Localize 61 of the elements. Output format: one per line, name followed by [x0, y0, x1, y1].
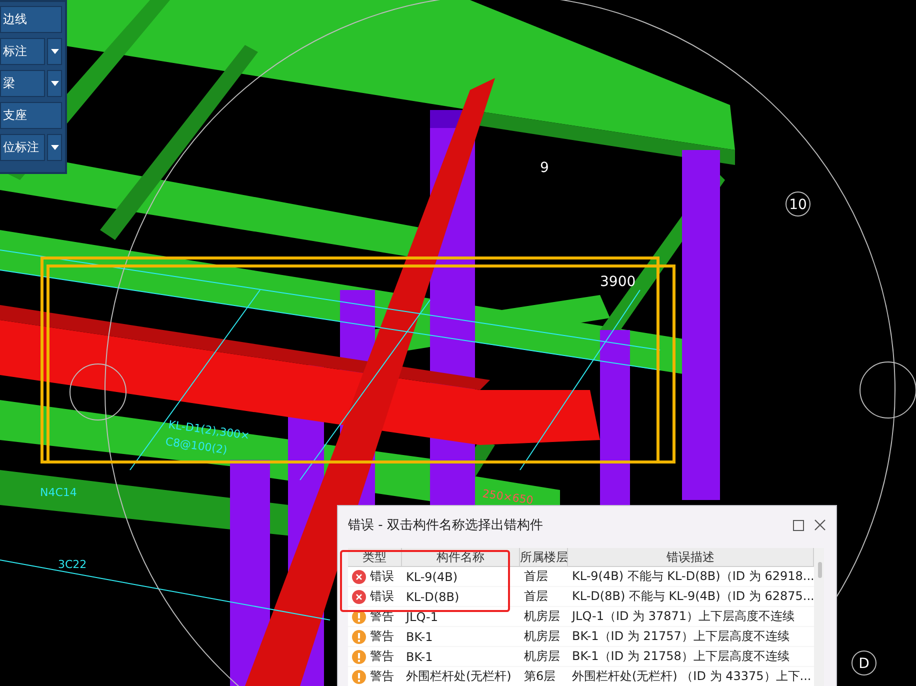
- scroll-thumb[interactable]: [818, 562, 822, 578]
- type-text: 错误: [370, 588, 394, 605]
- table-cell-text: 机房层: [523, 608, 561, 625]
- axis-label: 10: [789, 197, 807, 213]
- dimension-label: 3900: [600, 274, 636, 290]
- axis-circle: [70, 364, 126, 420]
- table-cell[interactable]: BK-1: [402, 650, 520, 664]
- toolbar-button[interactable]: 标注: [0, 38, 45, 65]
- close-icon[interactable]: [814, 519, 826, 531]
- beam-annotation: C8@100(2): [164, 435, 228, 457]
- type-text: 警告: [370, 648, 394, 665]
- dropdown-button[interactable]: [47, 38, 62, 65]
- table-cell-text: KL-D(8B) 不能与 KL-9(4B)（ID 为 62875...: [571, 588, 814, 605]
- dropdown-button[interactable]: [47, 70, 62, 97]
- axis-circle: [852, 650, 876, 676]
- beam-annotation: N4C14: [40, 486, 77, 499]
- toolbar-button[interactable]: 梁: [0, 70, 45, 97]
- table-cell-text: BK-1（ID 为 21757）上下层高度不连续: [571, 628, 790, 645]
- toolbar-button[interactable]: 位标注: [0, 134, 45, 161]
- table-cell-text: JLQ-1（ID 为 37871）上下层高度不连续: [570, 608, 796, 625]
- table-row[interactable]: 警告 BK-1 机房层 BK-1（ID 为 21758）上下层高度不连续: [348, 647, 814, 667]
- error-icon: [352, 570, 366, 584]
- table-cell-text: KL-9(4B) 不能与 KL-D(8B)（ID 为 62918...: [571, 568, 814, 585]
- table-cell-text: 首层: [523, 588, 549, 605]
- column-header[interactable]: 所属楼层: [520, 548, 568, 566]
- dialog-title: 错误 - 双击构件名称选择出错构件: [348, 517, 544, 534]
- maximize-icon[interactable]: [793, 520, 804, 530]
- column-header[interactable]: 构件名称: [402, 548, 520, 566]
- toolbar-button[interactable]: 支座: [0, 102, 62, 129]
- table-row[interactable]: 错误 KL-9(4B) 首层 KL-9(4B) 不能与 KL-D(8B)（ID 为 62918...: [348, 567, 814, 587]
- table-cell-text: 第6层: [523, 668, 557, 685]
- warning-icon: [352, 670, 366, 684]
- dropdown-button[interactable]: [47, 134, 62, 161]
- caret-icon: [50, 49, 58, 54]
- table-cell-text: 机房层: [523, 628, 561, 645]
- axis-label: 9: [540, 160, 549, 176]
- table-row[interactable]: 错误 KL-D(8B) 首层 KL-D(8B) 不能与 KL-9(4B)（ID 为 62875...: [348, 587, 814, 607]
- toolbar-button[interactable]: 边线: [0, 6, 62, 33]
- axis-label: D: [858, 656, 870, 672]
- caret-icon: [50, 81, 58, 86]
- table-cell[interactable]: KL-9(4B): [402, 570, 520, 584]
- table-cell-text: 首层: [523, 568, 549, 585]
- error-icon: [352, 590, 366, 604]
- table-cell[interactable]: JLQ-1: [402, 610, 520, 624]
- type-text: 错误: [370, 568, 394, 585]
- type-text: 警告: [370, 628, 394, 645]
- table-cell[interactable]: KL-D(8B): [402, 590, 520, 604]
- type-text: 警告: [370, 668, 394, 685]
- table-row[interactable]: 警告 BK-1 机房层 BK-1（ID 为 21757）上下层高度不连续: [348, 627, 814, 647]
- table-cell-text: BK-1（ID 为 21758）上下层高度不连续: [571, 648, 790, 665]
- warning-icon: [352, 630, 366, 644]
- beam-annotation: 250×650: [482, 487, 534, 508]
- table-cell[interactable]: 外围栏杆处(无栏杆): [402, 668, 520, 685]
- warning-icon: [352, 650, 366, 664]
- table-cell[interactable]: BK-1: [402, 630, 520, 644]
- scrollbar[interactable]: [814, 548, 824, 686]
- table-cell-text: 外围栏杆处(无栏杆) （ID 为 43375）上下...: [571, 668, 812, 685]
- axis-circle: [786, 192, 810, 216]
- table-cell-text: 机房层: [523, 648, 561, 665]
- beam-annotation: 3C22: [58, 558, 87, 571]
- warning-icon: [352, 610, 366, 624]
